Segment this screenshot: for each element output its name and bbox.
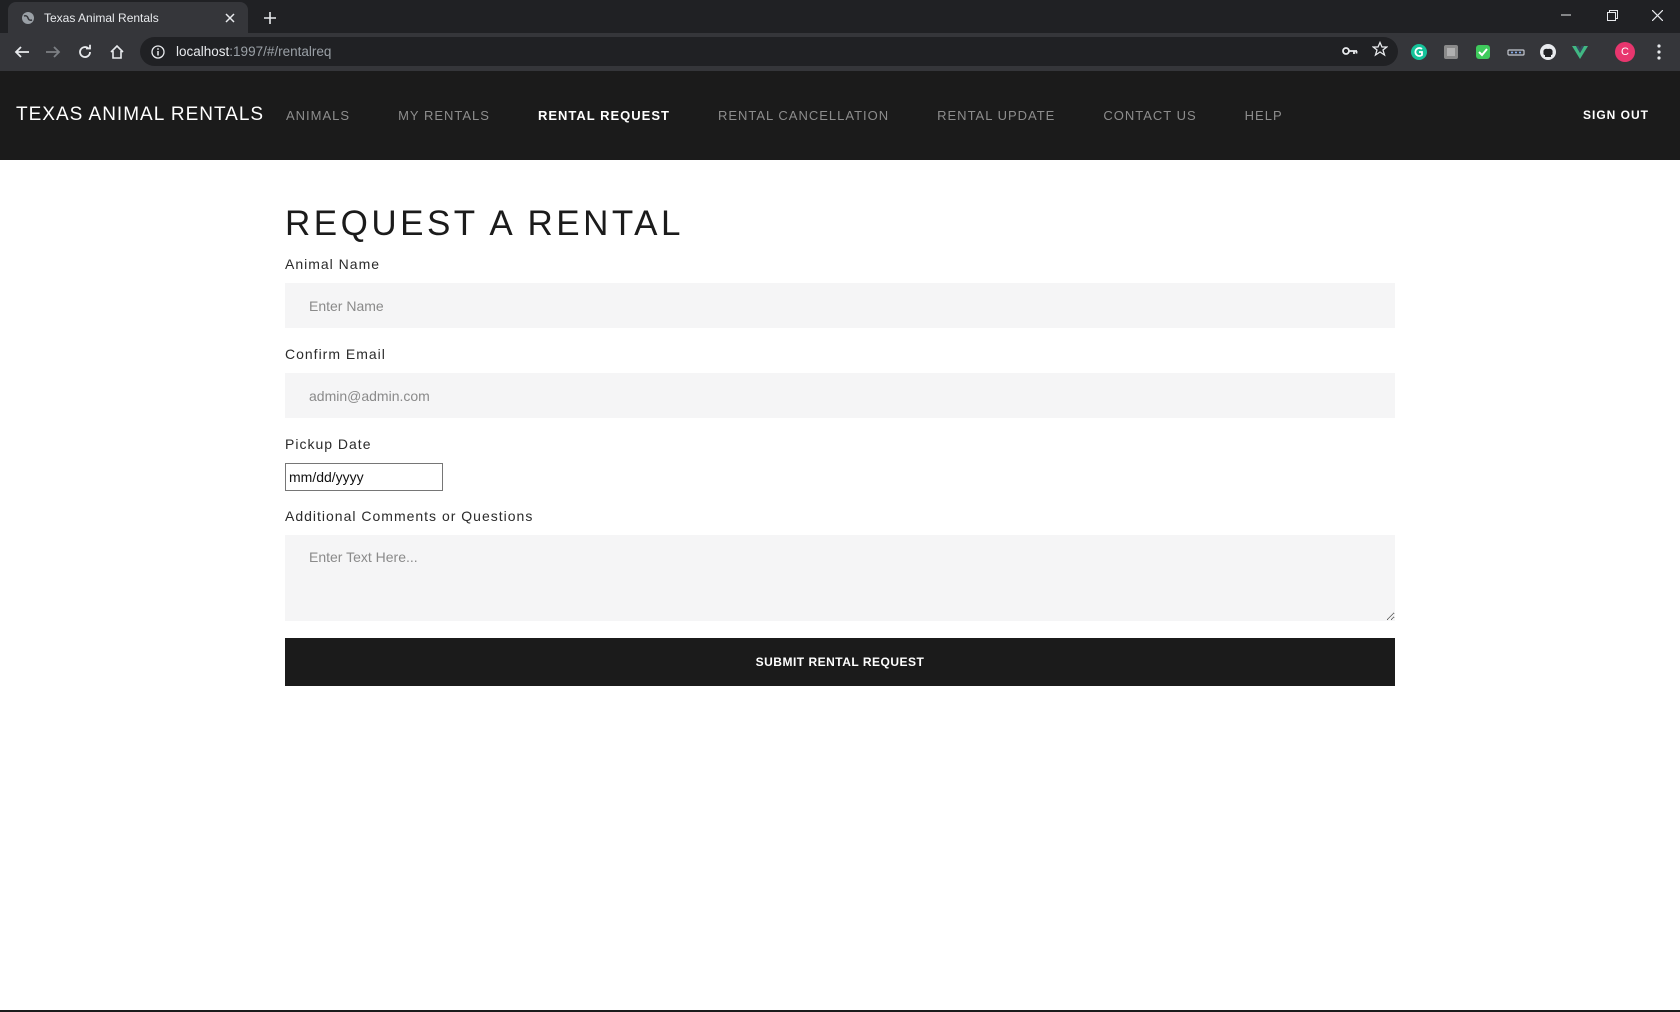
restore-icon[interactable]: [1589, 0, 1635, 30]
nav-rental-request[interactable]: RENTAL REQUEST: [538, 108, 670, 123]
globe-icon: [20, 10, 36, 26]
grammarly-icon[interactable]: [1408, 41, 1430, 63]
browser-tabstrip: Texas Animal Rentals: [0, 0, 1680, 33]
reload-icon[interactable]: [71, 38, 99, 66]
nav-help[interactable]: HELP: [1245, 108, 1283, 123]
plus-icon[interactable]: [258, 6, 282, 30]
site-header: TEXAS ANIMAL RENTALS ANIMALS MY RENTALS …: [0, 71, 1680, 160]
nav-rental-cancellation[interactable]: RENTAL CANCELLATION: [718, 108, 889, 123]
nav-contact-us[interactable]: CONTACT US: [1103, 108, 1196, 123]
browser-toolbar: localhost:1997/#/rentalreq C: [0, 33, 1680, 71]
vue-icon[interactable]: [1569, 41, 1591, 63]
info-icon[interactable]: [150, 44, 166, 60]
submit-rental-request-button[interactable]: SUBMIT RENTAL REQUEST: [285, 638, 1395, 686]
comments-textarea[interactable]: [285, 535, 1395, 621]
extension-icon[interactable]: [1440, 41, 1462, 63]
confirm-email-label: Confirm Email: [285, 346, 386, 362]
avatar-initial: C: [1621, 46, 1629, 58]
comments-label: Additional Comments or Questions: [285, 508, 534, 524]
pickup-date-label: Pickup Date: [285, 436, 372, 452]
address-bar[interactable]: localhost:1997/#/rentalreq: [140, 37, 1398, 66]
close-window-icon[interactable]: [1634, 0, 1680, 30]
nav-animals[interactable]: ANIMALS: [286, 108, 350, 123]
home-icon[interactable]: [103, 38, 131, 66]
url-text: localhost:1997/#/rentalreq: [176, 44, 1342, 59]
forward-icon[interactable]: [39, 38, 67, 66]
extension-icon[interactable]: [1505, 41, 1527, 63]
minimize-icon[interactable]: [1543, 0, 1589, 30]
nav-rental-update[interactable]: RENTAL UPDATE: [937, 108, 1055, 123]
star-icon[interactable]: [1371, 40, 1389, 62]
tab-title: Texas Animal Rentals: [44, 10, 159, 25]
url-host: localhost: [176, 44, 230, 59]
key-icon[interactable]: [1342, 43, 1358, 61]
animal-name-label: Animal Name: [285, 256, 381, 272]
sign-out-link[interactable]: SIGN OUT: [1583, 108, 1649, 122]
close-icon[interactable]: [222, 10, 238, 26]
site-brand[interactable]: TEXAS ANIMAL RENTALS: [16, 104, 264, 126]
url-path: :1997/#/rentalreq: [229, 44, 332, 59]
nav-my-rentals[interactable]: MY RENTALS: [398, 108, 490, 123]
back-icon[interactable]: [8, 38, 36, 66]
menu-icon[interactable]: [1648, 41, 1670, 63]
animal-name-input[interactable]: [285, 283, 1395, 328]
main-nav: ANIMALS MY RENTALS RENTAL REQUEST RENTAL…: [286, 108, 1331, 123]
browser-tab[interactable]: Texas Animal Rentals: [8, 2, 248, 33]
extension-icon[interactable]: [1472, 41, 1494, 63]
page-title: REQUEST A RENTAL: [285, 204, 684, 243]
avatar[interactable]: C: [1614, 41, 1636, 63]
confirm-email-input[interactable]: [285, 373, 1395, 418]
github-icon[interactable]: [1537, 41, 1559, 63]
pickup-date-input[interactable]: [285, 463, 443, 491]
